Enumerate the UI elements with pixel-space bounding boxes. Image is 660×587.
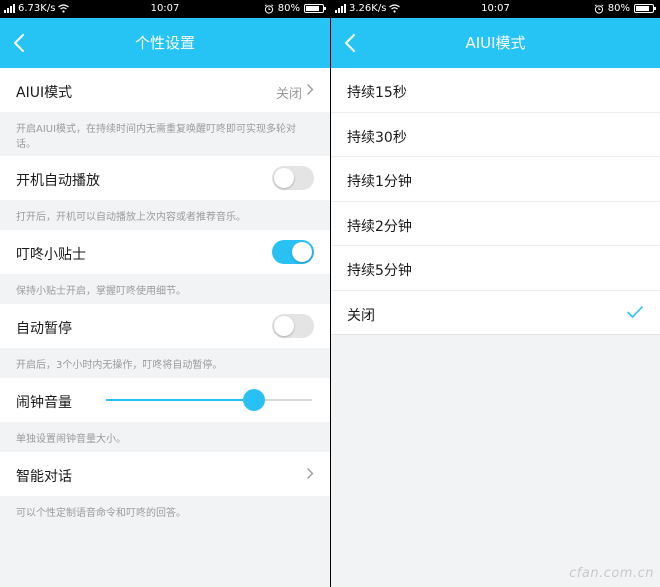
tips-label: 叮咚小贴士 [16, 247, 86, 263]
smart-dialog-description: 可以个性定制语音命令和叮咚的回答。 [16, 508, 186, 519]
option-label: 关闭 [347, 307, 375, 324]
option-list: 持续15秒持续30秒持续1分钟持续2分钟持续5分钟关闭 [331, 68, 660, 335]
tips-row: 叮咚小贴士 [0, 230, 330, 274]
duration-options: 持续15秒持续30秒持续1分钟持续2分钟持续5分钟关闭 [331, 68, 660, 335]
toggle-knob [274, 168, 294, 188]
status-bar: 3.26K/s 10:07 80% [331, 0, 660, 18]
alarm-icon [594, 3, 604, 14]
battery-icon [304, 4, 326, 13]
watermark: cfan.com.cn [569, 566, 654, 581]
autoplay-toggle[interactable] [272, 166, 314, 190]
option-item[interactable]: 持续15秒 [331, 68, 660, 113]
aiui-mode-screen: 3.26K/s 10:07 80% AIUI模式 持续15秒持续30秒持续1分钟… [331, 0, 660, 587]
option-item[interactable]: 持续2分钟 [331, 202, 660, 246]
toggle-knob [292, 242, 312, 262]
slider-thumb[interactable] [243, 389, 266, 411]
page-title: AIUI模式 [465, 34, 526, 52]
option-label: 持续1分钟 [347, 174, 412, 190]
chevron-right-icon [307, 468, 314, 479]
check-icon [626, 305, 644, 318]
battery-percent: 80% [277, 3, 300, 14]
autoplay-row: 开机自动播放 [0, 156, 330, 200]
option-label: 持续30秒 [347, 129, 407, 146]
option-item[interactable]: 关闭 [331, 291, 660, 335]
nav-bar: AIUI模式 [331, 18, 660, 68]
smart-dialog-row[interactable]: 智能对话 [0, 452, 330, 496]
autopause-description: 开启后，3个小时内无操作，叮咚将自动暂停。 [16, 360, 223, 371]
smart-dialog-label: 智能对话 [16, 469, 72, 485]
alarm-icon [264, 3, 274, 14]
aiui-mode-label: AIUI模式 [16, 85, 73, 101]
settings-screen: 6.73K/s 10:07 80% 个性设置 AIUI模式 关闭 开启AIUI模… [0, 0, 330, 587]
slider-fill [106, 399, 255, 401]
option-item[interactable]: 持续1分钟 [331, 157, 660, 202]
autoplay-label: 开机自动播放 [16, 173, 100, 189]
autopause-row: 自动暂停 [0, 304, 330, 348]
aiui-mode-row[interactable]: AIUI模式 关闭 [0, 68, 330, 112]
option-item[interactable]: 持续5分钟 [331, 246, 660, 291]
toggle-knob [274, 316, 294, 336]
tips-toggle[interactable] [272, 240, 314, 264]
option-item[interactable]: 持续30秒 [331, 113, 660, 157]
option-label: 持续2分钟 [347, 218, 412, 235]
tips-description: 保持小贴士开启，掌握叮咚使用细节。 [16, 286, 186, 297]
status-bar: 6.73K/s 10:07 80% [0, 0, 330, 18]
aiui-mode-value: 关闭 [275, 87, 302, 102]
option-label: 持续15秒 [347, 85, 407, 101]
page-title: 个性设置 [134, 34, 195, 52]
alarm-volume-slider[interactable] [106, 389, 312, 411]
alarm-volume-row: 闹钟音量 [0, 378, 330, 422]
alarm-volume-label: 闹钟音量 [16, 395, 72, 411]
aiui-mode-description: 开启AIUI模式，在持续时间内无需重复唤醒叮咚即可实现多轮对话。 [16, 124, 297, 150]
option-label: 持续5分钟 [347, 263, 412, 279]
settings-list: AIUI模式 关闭 开启AIUI模式，在持续时间内无需重复唤醒叮咚即可实现多轮对… [0, 68, 330, 526]
autoplay-description: 打开后，开机可以自动播放上次内容或者推荐音乐。 [16, 212, 246, 223]
autopause-toggle[interactable] [272, 314, 314, 338]
nav-bar: 个性设置 [0, 18, 330, 68]
battery-icon [634, 4, 656, 13]
battery-percent: 80% [607, 3, 630, 14]
chevron-right-icon [307, 84, 314, 95]
alarm-volume-description: 单独设置闹钟音量大小。 [16, 434, 126, 445]
autopause-label: 自动暂停 [16, 321, 72, 337]
